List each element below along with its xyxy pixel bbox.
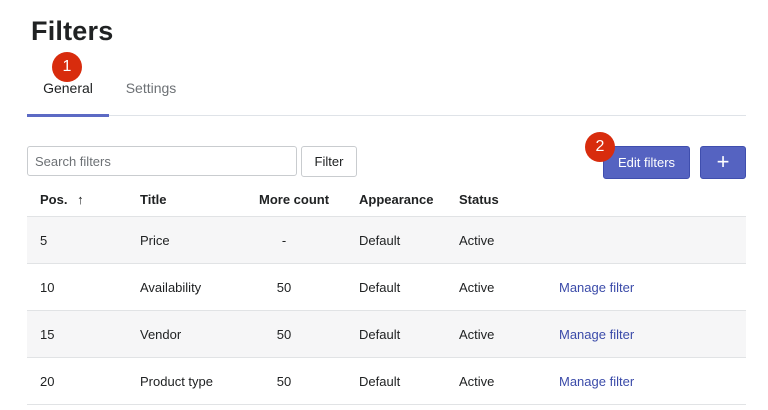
cell-more-count: 50 <box>276 327 292 342</box>
tab-settings[interactable]: Settings <box>109 70 193 116</box>
plus-icon: + <box>716 149 730 174</box>
cell-title: Vendor <box>140 327 182 342</box>
column-header-pos[interactable]: Pos. ↑ <box>40 182 84 217</box>
cell-more-count: - <box>281 233 287 248</box>
manage-filter-link[interactable]: Manage filter <box>559 358 634 405</box>
column-header-title: Title <box>140 192 167 207</box>
cell-status: Active <box>459 233 495 248</box>
cell-title: Product type <box>140 374 213 389</box>
cell-appearance: Default <box>359 374 401 389</box>
page-title: Filters <box>31 16 114 46</box>
filter-button[interactable]: Filter <box>301 146 357 177</box>
search-input[interactable] <box>27 146 297 176</box>
table-header: Pos. ↑ Title More count Appearance Statu… <box>27 182 746 217</box>
edit-filters-button[interactable]: Edit filters <box>603 146 690 179</box>
tab-bar: General Settings <box>27 70 746 117</box>
cell-title: Price <box>140 233 170 248</box>
add-filter-button[interactable]: + <box>700 146 746 179</box>
manage-filter-link[interactable]: Manage filter <box>559 311 634 358</box>
cell-status: Active <box>459 280 495 295</box>
cell-pos: 15 <box>40 327 55 342</box>
column-header-appearance: Appearance <box>359 192 434 207</box>
cell-status: Active <box>459 327 495 342</box>
cell-pos: 10 <box>40 280 55 295</box>
cell-more-count: 50 <box>276 280 292 295</box>
cell-appearance: Default <box>359 233 401 248</box>
column-header-pos-label: Pos. <box>40 192 68 207</box>
table-row: 15 Vendor 50 Default Active Manage filte… <box>27 311 746 358</box>
step-badge-2: 2 <box>585 132 615 162</box>
filters-table: Pos. ↑ Title More count Appearance Statu… <box>27 182 746 405</box>
cell-appearance: Default <box>359 327 401 342</box>
column-header-status: Status <box>459 192 499 207</box>
manage-filter-link[interactable]: Manage filter <box>559 264 634 311</box>
column-header-more-count: More count <box>259 192 330 207</box>
table-row: 20 Product type 50 Default Active Manage… <box>27 358 746 405</box>
cell-pos: 5 <box>40 233 48 248</box>
sort-ascending-icon: ↑ <box>77 192 84 207</box>
cell-status: Active <box>459 374 495 389</box>
cell-appearance: Default <box>359 280 401 295</box>
cell-more-count: 50 <box>276 374 292 389</box>
cell-pos: 20 <box>40 374 55 389</box>
table-row: 5 Price - Default Active <box>27 217 746 264</box>
cell-title: Availability <box>140 280 202 295</box>
filters-page: Filters General Settings 1 Filter Edit f… <box>0 0 768 410</box>
table-row: 10 Availability 50 Default Active Manage… <box>27 264 746 311</box>
step-badge-1: 1 <box>52 52 82 82</box>
